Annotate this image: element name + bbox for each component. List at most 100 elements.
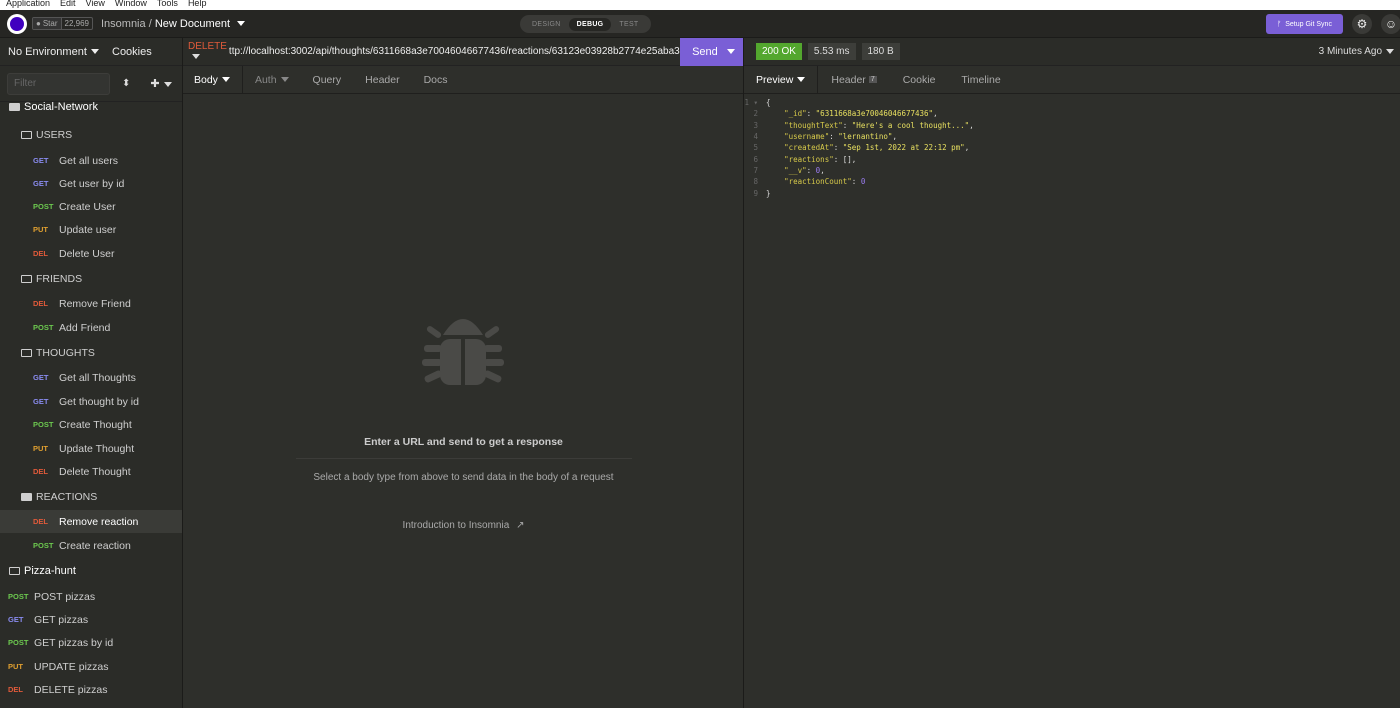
response-pane: 200 OK 5.53 ms 180 B 3 Minutes Ago Previ… xyxy=(744,38,1400,708)
insomnia-logo-icon[interactable] xyxy=(7,13,27,34)
cookies-button[interactable]: Cookies xyxy=(112,46,152,58)
mode-tab-test[interactable]: TEST xyxy=(611,18,646,31)
sidebar-request[interactable]: POST Create User xyxy=(0,195,182,218)
environment-select[interactable]: No Environment xyxy=(0,46,112,58)
github-star-badge[interactable]: ● Star 22,969 xyxy=(32,17,93,30)
chevron-down-icon xyxy=(192,54,200,60)
mode-switcher: DESIGN DEBUG TEST xyxy=(520,15,651,33)
url-input[interactable]: ttp://localhost:3002/api/thoughts/631166… xyxy=(229,46,680,57)
sidebar-request[interactable]: GET GET pizzas xyxy=(0,608,182,631)
method-badge: POST xyxy=(33,323,54,332)
sidebar-request[interactable]: POST Create Thought xyxy=(0,413,182,436)
status-badge: 200 OK xyxy=(756,43,802,60)
sidebar-request[interactable]: POST GET pizzas by id xyxy=(0,631,182,654)
sidebar-item-label: DELETE pizzas xyxy=(34,683,108,696)
os-menu-window[interactable]: Window xyxy=(115,0,147,8)
breadcrumb-document[interactable]: New Document xyxy=(155,18,230,30)
os-menu-edit[interactable]: Edit xyxy=(60,0,76,8)
sidebar-request[interactable]: PUT UPDATE pizzas xyxy=(0,655,182,678)
code-token: , xyxy=(933,109,938,119)
sidebar-item-label: USERS xyxy=(36,128,73,141)
tab-label: Docs xyxy=(423,73,448,86)
tab-preview[interactable]: Preview xyxy=(744,66,819,93)
tab-header[interactable]: Header 7 xyxy=(818,66,889,93)
code-line: 4 "username": "lernantino", xyxy=(744,131,1400,142)
mode-tab-design[interactable]: DESIGN xyxy=(524,18,569,31)
tab-label: Header xyxy=(831,73,866,86)
send-button[interactable]: Send xyxy=(680,37,743,66)
chevron-down-icon xyxy=(1386,48,1394,54)
sidebar-request[interactable]: PUT Update user xyxy=(0,218,182,241)
sidebar-item-label: Get all users xyxy=(59,154,118,167)
sidebar-request[interactable]: GET Get thought by id xyxy=(0,390,182,413)
sort-icon[interactable]: ⬍ xyxy=(122,78,130,89)
intro-link[interactable]: Introduction to Insomnia ↗ xyxy=(183,520,744,531)
code-token: : xyxy=(806,109,816,119)
tab-label: Timeline xyxy=(961,73,1001,86)
sidebar: No Environment Cookies ⬍ ✚ Social-Networ… xyxy=(0,38,183,708)
sidebar-request[interactable]: PUT Update Thought xyxy=(0,437,182,460)
tab-docs[interactable]: Docs xyxy=(412,66,460,93)
sidebar-item-label: Update user xyxy=(59,223,117,236)
os-menu-help[interactable]: Help xyxy=(188,0,207,8)
code-token: "reactions" xyxy=(784,154,834,164)
sidebar-request[interactable]: POST POST pizzas xyxy=(0,585,182,608)
breadcrumb-app[interactable]: Insomnia xyxy=(101,18,146,30)
tab-cookie[interactable]: Cookie xyxy=(890,66,949,93)
filter-input[interactable] xyxy=(7,72,110,95)
sidebar-request[interactable]: DEL Delete Thought xyxy=(0,460,182,483)
tab-query[interactable]: Query xyxy=(301,66,354,93)
tab-label: Preview xyxy=(756,73,794,86)
breadcrumb[interactable]: Insomnia / New Document xyxy=(101,18,246,30)
os-menubar: Application Edit View Window Tools Help xyxy=(0,0,1400,10)
sidebar-workspace-pizza-hunt[interactable]: Pizza-hunt xyxy=(0,559,182,582)
method-badge: GET xyxy=(33,373,49,382)
os-menu-application[interactable]: Application xyxy=(6,0,50,8)
code-token: , xyxy=(964,143,970,153)
account-icon[interactable]: ☺ xyxy=(1381,14,1400,34)
tab-auth[interactable]: Auth xyxy=(243,66,301,93)
response-body-code[interactable]: 1 ▾ {2 "_id": "6311668a3e70046046677436",… xyxy=(744,97,1400,199)
sidebar-folder-reactions[interactable]: REACTIONS xyxy=(0,485,182,508)
send-options-chevron-icon[interactable] xyxy=(727,49,735,54)
sidebar-request[interactable]: DEL Delete User xyxy=(0,242,182,265)
tab-label: Query xyxy=(312,73,342,86)
sidebar-folder-friends[interactable]: FRIENDS xyxy=(0,267,182,290)
tab-header[interactable]: Header xyxy=(353,66,411,93)
sidebar-folder-thoughts[interactable]: THOUGHTS xyxy=(0,341,182,364)
response-time-badge: 5.53 ms xyxy=(807,43,856,60)
response-history-dropdown[interactable]: 3 Minutes Ago xyxy=(1319,46,1394,57)
sidebar-item-label: Delete User xyxy=(59,247,115,260)
sidebar-request[interactable]: POST Create reaction xyxy=(0,534,182,557)
sidebar-request[interactable]: GET Get all Thoughts xyxy=(0,366,182,389)
sidebar-request[interactable]: POST Add Friend xyxy=(0,316,182,339)
settings-gear-icon[interactable]: ⚙ xyxy=(1352,14,1372,34)
sidebar-request[interactable]: GET Get all users xyxy=(0,149,182,172)
chevron-down-icon[interactable] xyxy=(237,21,246,27)
git-sync-button[interactable]: ᚠ Setup Git Sync xyxy=(1266,14,1343,34)
sidebar-request[interactable]: DEL Remove Friend xyxy=(0,292,182,315)
os-menu-view[interactable]: View xyxy=(86,0,105,8)
add-item-icon[interactable]: ✚ xyxy=(150,77,172,90)
tab-timeline[interactable]: Timeline xyxy=(948,66,1013,93)
tab-body[interactable]: Body xyxy=(183,66,243,93)
sidebar-workspace-social-network[interactable]: Social-Network xyxy=(0,95,182,118)
response-size-badge: 180 B xyxy=(861,43,900,60)
method-select[interactable]: DELETE xyxy=(183,41,229,63)
sidebar-request[interactable]: DEL Remove reaction xyxy=(0,510,182,533)
star-label: Star xyxy=(42,19,58,28)
os-menu-tools[interactable]: Tools xyxy=(157,0,178,8)
mode-tab-debug[interactable]: DEBUG xyxy=(568,17,612,31)
sidebar-folder-users[interactable]: USERS xyxy=(0,123,182,146)
sidebar-item-label: Remove Friend xyxy=(59,297,131,310)
code-token: "username" xyxy=(784,132,830,142)
sidebar-request[interactable]: GET Get user by id xyxy=(0,172,182,195)
sidebar-item-label: REACTIONS xyxy=(36,490,98,503)
line-number: 2 xyxy=(753,109,758,119)
line-number: 1 ▾ xyxy=(744,98,758,108)
code-token: } xyxy=(766,188,771,198)
sidebar-request[interactable]: DEL DELETE pizzas xyxy=(0,678,182,701)
